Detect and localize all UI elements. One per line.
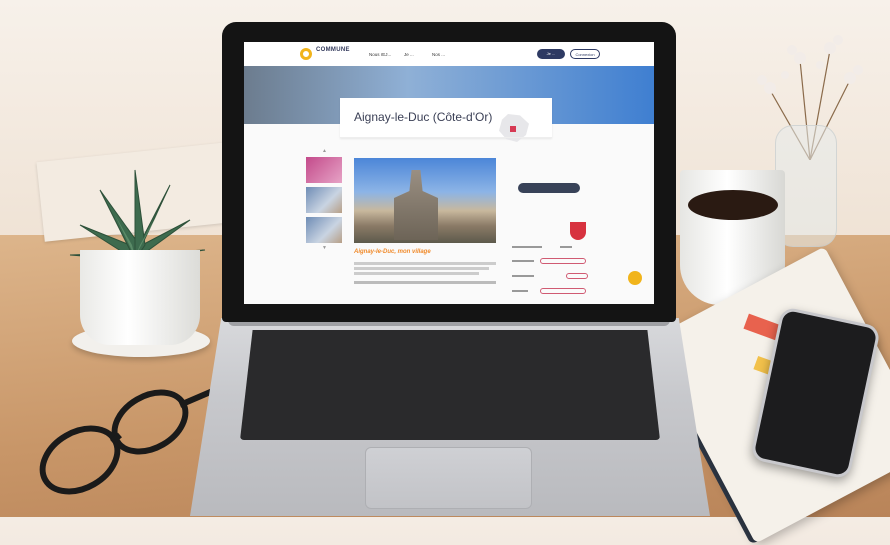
map-location-marker (510, 126, 516, 132)
eyeglasses (39, 387, 217, 495)
thumbnail-strip (306, 157, 342, 247)
keyboard (240, 330, 660, 440)
intro-paragraph (354, 260, 496, 286)
coat-of-arms (570, 222, 586, 240)
login-button[interactable]: Connexion (570, 49, 600, 59)
thumbnail[interactable] (306, 187, 342, 213)
trackpad (365, 447, 532, 509)
section-heading: Aignay-le-Duc, mon village (354, 249, 431, 255)
thumb-down-arrow-icon[interactable]: ▼ (322, 245, 327, 251)
thumbnail[interactable] (306, 217, 342, 243)
tab-divider (340, 137, 552, 138)
info-pill[interactable] (540, 258, 586, 264)
info-row-label (512, 290, 528, 292)
info-row-value (560, 246, 572, 248)
nav-link-3[interactable]: Nos ... (432, 52, 445, 57)
nav-link-1[interactable]: Nous rEJ... (369, 52, 391, 57)
info-row-label (512, 260, 534, 262)
thumb-up-arrow-icon[interactable]: ▲ (322, 148, 327, 154)
info-row-label (512, 246, 542, 248)
plant-pot (80, 250, 200, 345)
logo-icon (300, 48, 312, 60)
info-pill[interactable] (540, 288, 586, 294)
coffee (688, 190, 778, 220)
info-pill[interactable] (566, 273, 588, 279)
page-title: Aignay-le-Duc (Côte-d'Or) (354, 110, 493, 124)
thumbnail[interactable] (306, 157, 342, 183)
side-button[interactable] (518, 183, 580, 193)
primary-button[interactable]: Je ... (537, 49, 565, 59)
chat-button[interactable] (628, 271, 642, 285)
logo-text: COMMUNE (316, 47, 350, 53)
laptop-screen: COMMUNE Nous rEJ... Je ... Nos ... Je ..… (244, 42, 654, 304)
info-row-label (512, 275, 534, 277)
nav-link-2[interactable]: Je ... (404, 52, 414, 57)
